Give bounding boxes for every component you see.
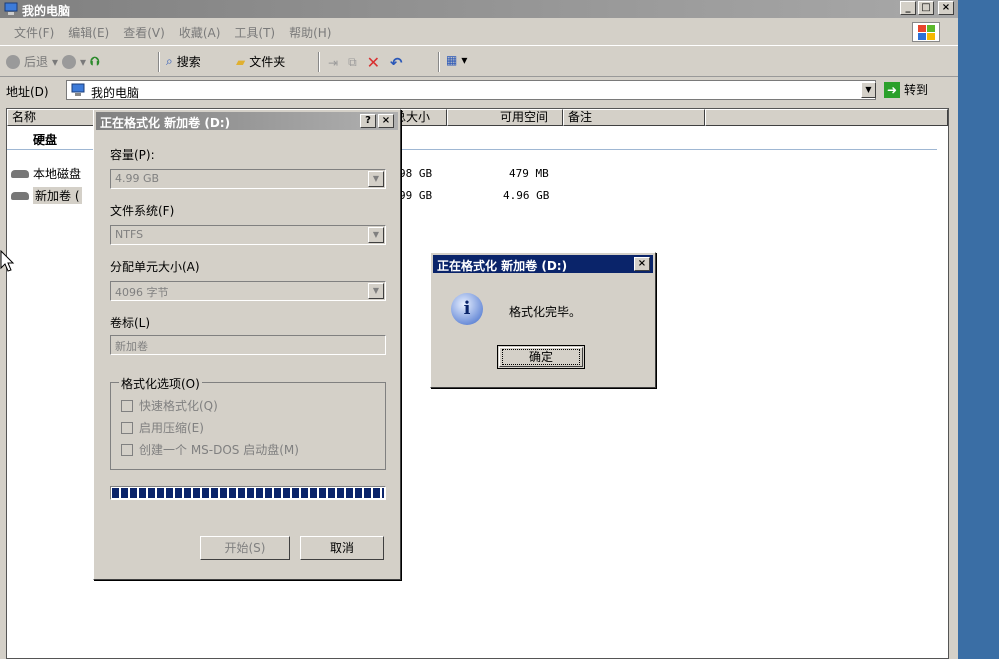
go-label: 转到 [904, 83, 929, 97]
dialog-close-button[interactable]: × [378, 114, 394, 128]
message-text: 格式化完毕。 [509, 305, 582, 319]
up-folder-icon[interactable]: ⮉ [90, 54, 99, 69]
forward-dropdown-icon[interactable]: ▾ [80, 55, 86, 69]
checkbox-icon [121, 399, 133, 412]
drive-icon [11, 191, 29, 200]
format-dialog: 正在格式化 新加卷 (D:) ? × 容量(P): 4.99 GB ▼ 文件系统… [93, 109, 401, 580]
title-bar[interactable]: 我的电脑 _ □ × [0, 0, 958, 18]
allocation-label: 分配单元大小(A) [110, 260, 200, 274]
move-to-icon[interactable]: ⇥ [328, 56, 338, 70]
folder-icon: ▰ [236, 54, 246, 69]
capacity-label: 容量(P): [110, 148, 155, 162]
format-complete-dialog: 正在格式化 新加卷 (D:) × i 格式化完毕。 确定 [430, 252, 656, 388]
menu-file[interactable]: 文件(F) [14, 24, 54, 41]
column-header-total[interactable]: 总大小 [393, 109, 447, 126]
msdos-startup-checkbox[interactable]: 创建一个 MS-DOS 启动盘(M) [121, 441, 299, 458]
toolbar: 后退 ▾ ▾ ⮉ ⌕ 搜索 ▰ 文件夹 ⇥ ⧉ ✕ ↶ ▦ ▾ [0, 47, 958, 77]
drive-row[interactable]: 新加卷 ( [11, 187, 82, 204]
views-dropdown-icon[interactable]: ▾ [461, 53, 467, 67]
format-options-group: 格式化选项(O) 快速格式化(Q) 启用压缩(E) 创建一个 MS-DOS 启动… [110, 375, 386, 470]
drive-total: 98 GB [399, 167, 433, 180]
format-options-legend: 格式化选项(O) [119, 375, 202, 392]
menu-edit[interactable]: 编辑(E) [68, 24, 109, 41]
cancel-button[interactable]: 取消 [300, 536, 384, 560]
go-button[interactable]: ➜ 转到 [884, 81, 928, 98]
drive-name: 新加卷 ( [33, 187, 82, 204]
compression-checkbox[interactable]: 启用压缩(E) [121, 419, 204, 436]
computer-icon [71, 83, 85, 96]
group-header: 硬盘 [33, 133, 58, 147]
computer-icon [4, 2, 18, 15]
mouse-cursor-icon [0, 250, 15, 272]
capacity-select[interactable]: 4.99 GB ▼ [110, 169, 386, 189]
back-dropdown-icon[interactable]: ▾ [52, 55, 58, 69]
ok-button-label: 确定 [502, 349, 580, 365]
drive-row[interactable]: 本地磁盘 [11, 165, 81, 182]
menu-view[interactable]: 查看(V) [123, 24, 165, 41]
minimize-button[interactable]: _ [900, 1, 916, 15]
chevron-down-icon: ▼ [368, 283, 384, 299]
address-label: 地址(D) [6, 85, 49, 99]
quick-format-checkbox[interactable]: 快速格式化(Q) [121, 397, 218, 414]
close-button[interactable]: × [938, 1, 954, 15]
filesystem-label: 文件系统(F) [110, 204, 175, 218]
address-bar: 地址(D) 我的电脑 ▼ ➜ 转到 [0, 77, 958, 103]
start-button[interactable]: 开始(S) [200, 536, 290, 560]
menu-favorites[interactable]: 收藏(A) [179, 24, 221, 41]
address-dropdown-icon[interactable]: ▼ [861, 82, 876, 98]
back-icon[interactable] [6, 54, 20, 69]
volume-label: 卷标(L) [110, 316, 151, 330]
menu-help[interactable]: 帮助(H) [289, 24, 331, 41]
checkbox-icon [121, 421, 133, 434]
column-header-free[interactable]: 可用空间 [447, 109, 563, 126]
format-dialog-title: 正在格式化 新加卷 (D:) [100, 116, 231, 130]
help-button[interactable]: ? [360, 114, 376, 128]
checkbox-icon [121, 443, 133, 456]
drive-free: 4.96 GB [503, 189, 550, 202]
window-title: 我的电脑 [22, 4, 71, 18]
windows-logo-icon [912, 22, 940, 42]
drive-icon [11, 169, 29, 178]
back-button[interactable]: 后退 [24, 53, 48, 70]
copy-to-icon[interactable]: ⧉ [348, 55, 357, 70]
folders-button[interactable]: 文件夹 [249, 53, 285, 70]
format-dialog-title-bar[interactable]: 正在格式化 新加卷 (D:) ? × [96, 112, 398, 130]
menu-bar: 文件(F) 编辑(E) 查看(V) 收藏(A) 工具(T) 帮助(H) [0, 18, 958, 46]
column-header-blank [705, 109, 948, 126]
drive-name: 本地磁盘 [33, 167, 82, 181]
format-progress-bar [110, 486, 386, 500]
drive-total: 99 GB [399, 189, 433, 202]
forward-icon[interactable] [62, 54, 77, 69]
chevron-down-icon: ▼ [368, 171, 384, 187]
filesystem-select[interactable]: NTFS ▼ [110, 225, 386, 245]
message-title-bar[interactable]: 正在格式化 新加卷 (D:) × [433, 255, 653, 273]
undo-icon[interactable]: ↶ [390, 54, 403, 72]
address-input[interactable]: 我的电脑 ▼ [66, 80, 876, 100]
search-button[interactable]: 搜索 [177, 53, 201, 70]
address-value: 我的电脑 [91, 86, 140, 100]
info-icon: i [451, 293, 483, 325]
volume-input[interactable]: 新加卷 [110, 335, 386, 355]
ok-button[interactable]: 确定 [497, 345, 585, 369]
search-icon: ⌕ [166, 54, 173, 68]
maximize-button[interactable]: □ [918, 1, 934, 15]
column-header-name[interactable]: 名称 [7, 109, 95, 126]
allocation-select[interactable]: 4096 字节 ▼ [110, 281, 386, 301]
column-header-note[interactable]: 备注 [563, 109, 705, 126]
chevron-down-icon: ▼ [368, 227, 384, 243]
go-arrow-icon: ➜ [884, 81, 900, 98]
menu-tools[interactable]: 工具(T) [234, 24, 275, 41]
message-title: 正在格式化 新加卷 (D:) [437, 259, 568, 273]
delete-icon[interactable]: ✕ [367, 53, 380, 72]
drive-free: 479 MB [509, 167, 549, 180]
progress-fill [112, 488, 384, 498]
message-close-button[interactable]: × [634, 257, 650, 271]
views-icon[interactable]: ▦ [446, 53, 457, 67]
